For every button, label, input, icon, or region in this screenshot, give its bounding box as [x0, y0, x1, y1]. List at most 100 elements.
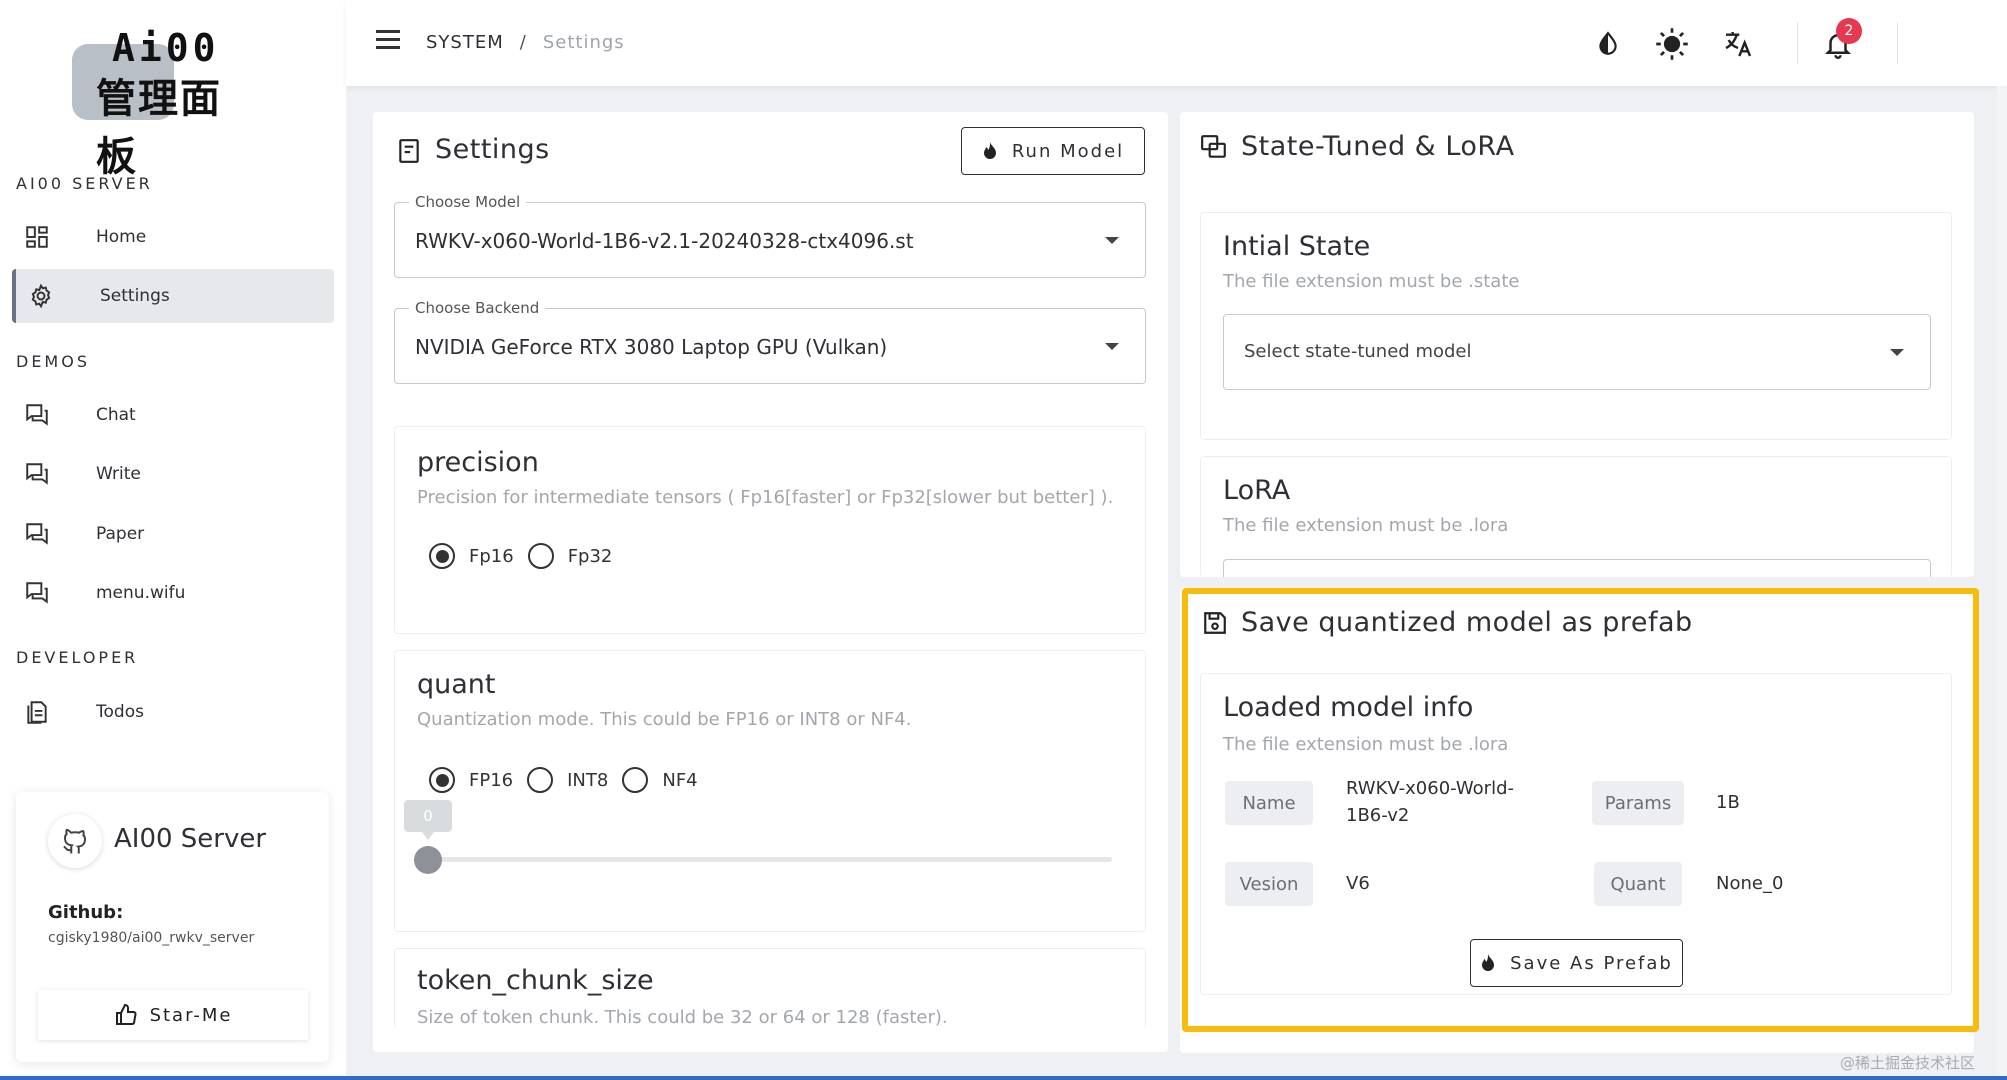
divider	[1797, 22, 1798, 64]
watermark: @稀土掘金技术社区	[1840, 1054, 1976, 1072]
state-lora-title: State-Tuned & LoRA	[1241, 131, 1515, 162]
quant-value: None_0	[1716, 873, 1784, 894]
forum-icon	[22, 400, 52, 430]
fire-icon	[1480, 953, 1496, 973]
lora-card: LoRA The file extension must be .lora	[1200, 456, 1952, 577]
radio-quant-fp16[interactable]	[429, 767, 455, 793]
name-value: RWKV-x060-World-1B6-v2	[1346, 778, 1514, 826]
translate-icon[interactable]	[1718, 24, 1758, 64]
star-me-button[interactable]: Star-Me	[38, 990, 308, 1040]
fire-icon	[982, 141, 998, 161]
breadcrumb: SYSTEM / Settings	[426, 32, 625, 53]
radio-quant-nf4[interactable]	[622, 767, 649, 793]
logo-text-line1: Ai00	[112, 26, 220, 70]
brightness-icon[interactable]	[1652, 24, 1692, 64]
radio-quant-int8[interactable]	[527, 767, 554, 793]
state-tuned-select[interactable]: Select state-tuned model	[1223, 314, 1931, 390]
menu-icon[interactable]	[376, 30, 402, 50]
quant-card: quant Quantization mode. This could be F…	[394, 650, 1146, 932]
breadcrumb-system[interactable]: SYSTEM	[426, 32, 504, 53]
sidebar-item-menu-wifu[interactable]: menu.wifu	[12, 566, 334, 620]
star-me-label: Star-Me	[149, 1004, 233, 1026]
sidebar: Ai00 管理面板 AI00 SERVER Home Settings DEMO…	[0, 0, 346, 1080]
precision-card: precision Precision for intermediate ten…	[394, 426, 1146, 634]
quant-slider-value: 0	[404, 800, 452, 840]
breadcrumb-settings: Settings	[542, 32, 625, 53]
bottom-accent-line	[0, 1076, 2007, 1080]
chevron-down-icon	[1890, 349, 1904, 356]
chevron-down-icon	[1105, 343, 1119, 350]
choose-model-legend: Choose Model	[409, 193, 527, 211]
sidebar-item-settings[interactable]: Settings	[12, 269, 334, 323]
loaded-model-title: Loaded model info	[1223, 692, 1474, 723]
sidebar-item-label: Home	[96, 227, 147, 247]
github-card-title: AI00 Server	[114, 824, 267, 854]
radio-fp16[interactable]	[429, 543, 455, 569]
sidebar-item-paper[interactable]: Paper	[12, 507, 334, 561]
lora-select[interactable]	[1223, 559, 1931, 577]
token-chunk-card: token_chunk_size Size of token chunk. Th…	[394, 948, 1146, 1028]
copy-icon	[1200, 134, 1228, 164]
forum-icon	[22, 519, 52, 549]
thumbs-up-icon	[114, 1003, 138, 1027]
page-scrollbar[interactable]	[1997, 86, 2007, 1080]
choose-model-select[interactable]: Choose Model RWKV-x060-World-1B6-v2.1-20…	[394, 193, 1146, 278]
sidebar-item-chat[interactable]: Chat	[12, 388, 334, 442]
quant-chip: Quant	[1594, 862, 1682, 906]
github-card: AI00 Server Github: cgisky1980/ai00_rwkv…	[16, 792, 329, 1062]
sidebar-item-write[interactable]: Write	[12, 447, 334, 501]
section-title-developer: DEVELOPER	[16, 648, 139, 667]
settings-panel-icon	[398, 138, 420, 168]
lora-title: LoRA	[1223, 475, 1291, 506]
quant-slider-thumb[interactable]	[414, 846, 442, 874]
run-model-button[interactable]: Run Model	[961, 127, 1145, 175]
forum-icon	[22, 459, 52, 489]
precision-title: precision	[417, 447, 539, 478]
section-title-server: AI00 SERVER	[16, 174, 153, 193]
github-label: Github:	[48, 902, 124, 923]
quant-title: quant	[417, 669, 496, 700]
radio-quant-int8-label: INT8	[567, 769, 609, 791]
initial-state-subtitle: The file extension must be .state	[1223, 271, 1520, 292]
quant-radio-group: FP16 INT8 NF4	[429, 767, 712, 793]
run-model-label: Run Model	[1011, 140, 1125, 162]
version-chip: Vesion	[1225, 862, 1313, 906]
sidebar-item-label: Write	[96, 464, 141, 484]
precision-subtitle: Precision for intermediate tensors ( Fp1…	[417, 487, 1114, 508]
precision-radio-group: Fp16 Fp32	[429, 543, 626, 569]
save-as-prefab-button[interactable]: Save As Prefab	[1470, 939, 1683, 987]
state-tuned-placeholder: Select state-tuned model	[1244, 341, 1472, 362]
save-icon	[1202, 610, 1228, 640]
dashboard-icon	[22, 222, 52, 252]
sidebar-item-todos[interactable]: Todos	[12, 685, 334, 739]
quant-slider-track[interactable]	[428, 857, 1112, 862]
chevron-down-icon	[1105, 237, 1119, 244]
sidebar-item-label: menu.wifu	[96, 583, 186, 603]
radio-fp32-label: Fp32	[567, 545, 613, 567]
quant-subtitle: Quantization mode. This could be FP16 or…	[417, 709, 912, 730]
section-title-demos: DEMOS	[16, 352, 90, 371]
contrast-icon[interactable]	[1588, 24, 1628, 64]
name-chip: Name	[1225, 781, 1313, 825]
sidebar-item-home[interactable]: Home	[12, 210, 334, 264]
initial-state-title: Intial State	[1223, 231, 1371, 262]
notification-badge: 2	[1836, 18, 1862, 44]
radio-fp32[interactable]	[527, 543, 554, 569]
sidebar-item-label: Settings	[100, 286, 170, 306]
sidebar-item-label: Paper	[96, 524, 145, 544]
choose-backend-value: NVIDIA GeForce RTX 3080 Laptop GPU (Vulk…	[415, 335, 888, 359]
settings-title: Settings	[435, 134, 550, 165]
choose-backend-select[interactable]: Choose Backend NVIDIA GeForce RTX 3080 L…	[394, 299, 1146, 384]
app-logo[interactable]: Ai00 管理面板	[72, 26, 262, 180]
sidebar-item-label: Chat	[96, 405, 136, 425]
choose-backend-legend: Choose Backend	[409, 299, 546, 317]
radio-fp16-label: Fp16	[469, 545, 514, 567]
radio-quant-nf4-label: NF4	[662, 769, 698, 791]
save-as-prefab-label: Save As Prefab	[1510, 952, 1673, 974]
params-value: 1B	[1716, 792, 1740, 813]
choose-model-value: RWKV-x060-World-1B6-v2.1-20240328-ctx409…	[415, 229, 914, 253]
github-icon	[48, 814, 102, 868]
prefab-title: Save quantized model as prefab	[1241, 607, 1693, 638]
sidebar-item-label: Todos	[96, 702, 144, 722]
github-url[interactable]: cgisky1980/ai00_rwkv_server	[48, 930, 254, 946]
